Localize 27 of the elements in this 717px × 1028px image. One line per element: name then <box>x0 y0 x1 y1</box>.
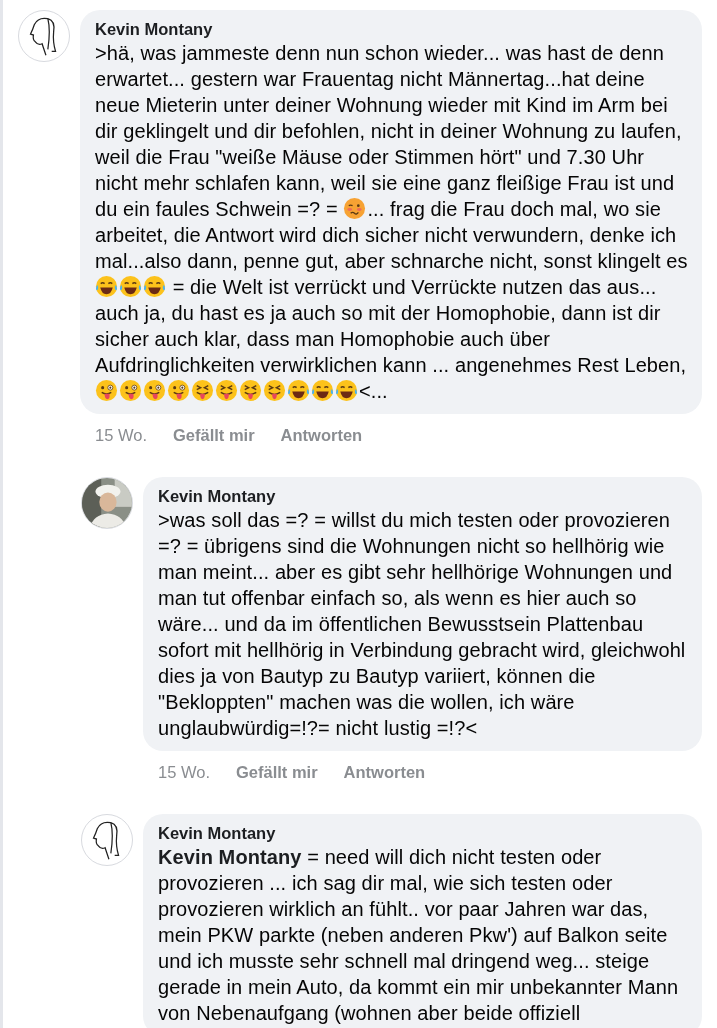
laughing-face-icon <box>119 275 142 298</box>
comment-time: 15 Wo. <box>95 426 147 445</box>
comment-text: >hä, was jammeste denn nun schon wieder... was hast de denn erwartet... gestern war Frauentag nicht Männertag...hat deine neue Mieterin unter deiner Wohnung wieder mit Kind im Arm bei dir geklingelt und dir befohlen, nicht in deiner Wohnung zu laufen, weil die Frau "weiße Mäuse oder Stimmen hört" und 7.30 Uhr nicht mehr schlafen kann, weil sie eine ganz fleißige Frau ist und du ein faules Schwein =? = ... frag die Frau doch mal, wo sie arbeitet, die Antwort wird dich sicher nicht verwundern, denke ich mal...also dann, penne gut, aber schnarche nicht, sonst klingelt es = die Welt ist verrückt und Verrückte nutzen das aus... auch ja, du hast es ja auch so mit der Homophobie, dann ist dir sicher auch klar, dass man Homophobie auch über Aufdringlichkeiten verwirklichen kann ... angenehmes Rest Leben, <... <box>95 41 689 404</box>
author-name[interactable]: Kevin Montany <box>158 822 690 844</box>
comment-text: Kevin Montany = need will dich nicht testen oder provozieren ... ich sag dir mal, wie sich testen oder provozieren wirklich an fühlt.. vor paar Jahren war das, mein PKW parkte (neben anderen Pkw') auf Balkon seite und ich musste sehr schnell mal dringend weg... steige gerade in mein Auto, da kommt ein mir unbekannter Mann von Nebenaufgang (wohnen aber beide offiziell <box>158 845 680 1026</box>
laughing-face-icon <box>287 379 310 402</box>
laughing-face-icon <box>311 379 334 402</box>
author-name[interactable]: Kevin Montany <box>158 485 690 507</box>
comment-time: 15 Wo. <box>158 763 210 782</box>
winking-tongue-face-icon <box>167 379 190 402</box>
laughing-face-icon <box>95 275 118 298</box>
winking-tongue-face-icon <box>119 379 142 402</box>
reply-link[interactable]: Antworten <box>343 763 426 782</box>
like-link[interactable]: Gefällt mir <box>173 426 255 445</box>
winking-tongue-face-icon <box>143 379 166 402</box>
winking-tongue-face-icon <box>95 379 118 402</box>
squinting-tongue-face-icon <box>239 379 262 402</box>
woozy-face-icon <box>343 197 367 220</box>
comment-text: >was soll das =? = willst du mich testen oder provozieren =? = übrigens sind die Wohnungen nicht so hellhörig wie man meint... aber es gibt sehr hellhörige Wohnungen und man tut offenbar einfach so, als wenn es hier auch so wäre... und da im öffentlichen Bewusstsein Plattenbau sofort mit hellhörig in Verbindung gebracht wird, gleichwohl dies ja von Bautyp zu Bautyp variiert, können die "Bekloppten" machen was die wollen, ich wäre unglaubwürdig=!?= nicht lustig =!?< <box>158 508 687 741</box>
laughing-face-icon <box>143 275 166 298</box>
laughing-face-icon <box>335 379 358 402</box>
author-name[interactable]: Kevin Montany <box>95 18 690 40</box>
squinting-tongue-face-icon <box>191 379 214 402</box>
like-link[interactable]: Gefällt mir <box>236 763 318 782</box>
squinting-tongue-face-icon <box>263 379 286 402</box>
squinting-tongue-face-icon <box>215 379 238 402</box>
reply-link[interactable]: Antworten <box>280 426 363 445</box>
